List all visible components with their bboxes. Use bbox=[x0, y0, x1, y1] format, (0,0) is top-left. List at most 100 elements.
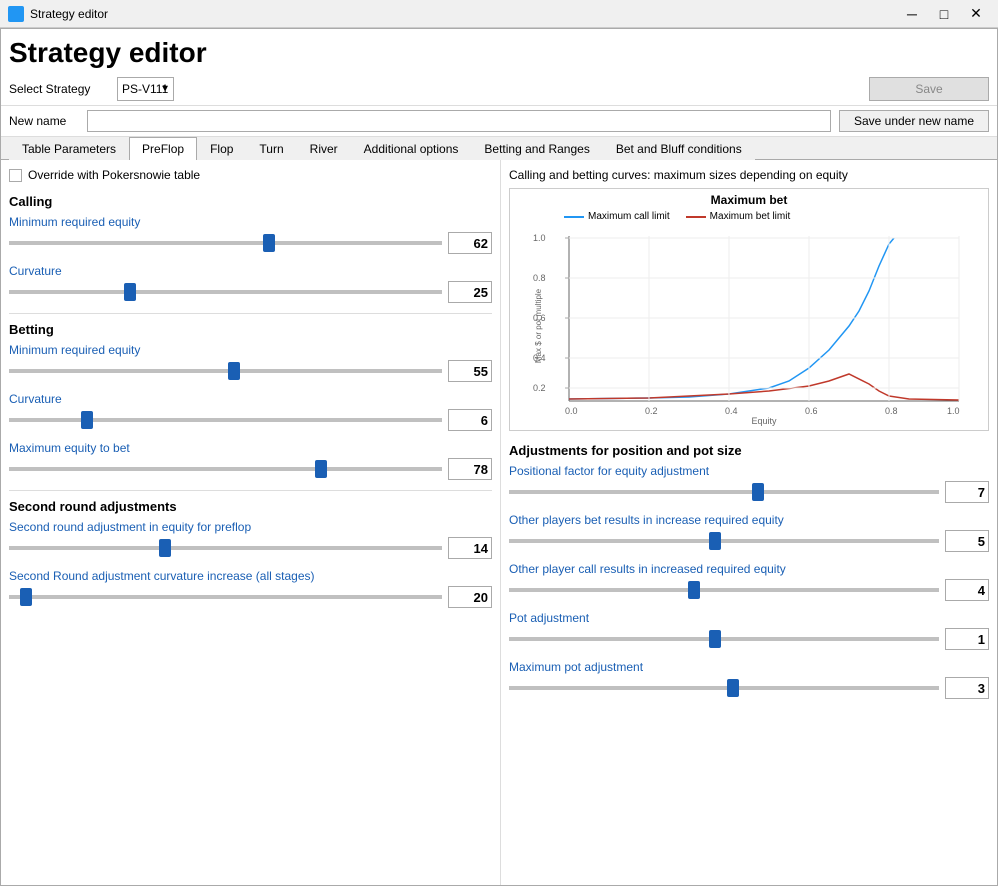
other-player-call-label: Other player call results in increased r… bbox=[509, 562, 989, 576]
toolbar: Select Strategy PS-V111 Save bbox=[1, 73, 997, 106]
other-players-bet-track[interactable] bbox=[509, 539, 939, 543]
tab-additional-options[interactable]: Additional options bbox=[351, 137, 472, 160]
betting-min-equity-label: Minimum required equity bbox=[9, 343, 492, 357]
svg-text:0.2: 0.2 bbox=[533, 383, 546, 393]
betting-max-equity-value: 78 bbox=[448, 458, 492, 480]
pot-adjustment-thumb[interactable] bbox=[709, 630, 721, 648]
second-round-equity-thumb[interactable] bbox=[159, 539, 171, 557]
save-under-new-name-button[interactable]: Save under new name bbox=[839, 110, 989, 132]
tab-preflop[interactable]: PreFlop bbox=[129, 137, 197, 160]
betting-min-equity-track[interactable] bbox=[9, 369, 442, 373]
app-icon bbox=[8, 6, 24, 22]
maximize-button[interactable]: □ bbox=[930, 4, 958, 24]
main-window: Strategy editor Select Strategy PS-V111 … bbox=[0, 28, 998, 886]
max-pot-adjustment-container: 3 bbox=[509, 677, 989, 699]
tab-betting-and-ranges[interactable]: Betting and Ranges bbox=[471, 137, 602, 160]
chart-title: Maximum bet bbox=[514, 193, 984, 207]
betting-max-equity-row: Maximum equity to bet 78 bbox=[9, 441, 492, 480]
positional-factor-thumb[interactable] bbox=[752, 483, 764, 501]
betting-curvature-label: Curvature bbox=[9, 392, 492, 406]
max-pot-adjustment-value: 3 bbox=[945, 677, 989, 699]
legend-call: Maximum call limit bbox=[564, 211, 670, 222]
other-player-call-row: Other player call results in increased r… bbox=[509, 562, 989, 601]
betting-min-equity-container: 55 bbox=[9, 360, 492, 382]
calling-curvature-value: 25 bbox=[448, 281, 492, 303]
positional-factor-track[interactable] bbox=[509, 490, 939, 494]
minimize-button[interactable]: ─ bbox=[898, 4, 926, 24]
override-label: Override with Pokersnowie table bbox=[28, 168, 200, 182]
positional-factor-label: Positional factor for equity adjustment bbox=[509, 464, 989, 478]
override-row: Override with Pokersnowie table bbox=[9, 168, 492, 182]
betting-max-equity-track[interactable] bbox=[9, 467, 442, 471]
other-players-bet-value: 5 bbox=[945, 530, 989, 552]
app-title: Strategy editor bbox=[1, 29, 997, 73]
calling-min-equity-thumb[interactable] bbox=[263, 234, 275, 252]
other-player-call-container: 4 bbox=[509, 579, 989, 601]
pot-adjustment-label: Pot adjustment bbox=[509, 611, 989, 625]
new-name-input[interactable] bbox=[87, 110, 831, 132]
calling-min-equity-container: 62 bbox=[9, 232, 492, 254]
tabs-bar: Table Parameters PreFlop Flop Turn River… bbox=[1, 137, 997, 160]
tab-river[interactable]: River bbox=[297, 137, 351, 160]
positional-factor-value: 7 bbox=[945, 481, 989, 503]
svg-text:0.8: 0.8 bbox=[885, 406, 898, 416]
betting-curvature-value: 6 bbox=[448, 409, 492, 431]
chart-section-title: Calling and betting curves: maximum size… bbox=[509, 168, 989, 182]
calling-min-equity-row: Minimum required equity 62 bbox=[9, 215, 492, 254]
calling-min-equity-value: 62 bbox=[448, 232, 492, 254]
calling-curvature-track[interactable] bbox=[9, 290, 442, 294]
max-pot-adjustment-thumb[interactable] bbox=[727, 679, 739, 697]
svg-text:Equity: Equity bbox=[751, 416, 777, 426]
legend-bet-line bbox=[686, 216, 706, 218]
other-players-bet-thumb[interactable] bbox=[709, 532, 721, 550]
svg-text:0.2: 0.2 bbox=[645, 406, 658, 416]
betting-max-equity-container: 78 bbox=[9, 458, 492, 480]
second-round-curvature-label: Second Round adjustment curvature increa… bbox=[9, 569, 492, 583]
pot-adjustment-value: 1 bbox=[945, 628, 989, 650]
calling-min-equity-track[interactable] bbox=[9, 241, 442, 245]
right-panel: Calling and betting curves: maximum size… bbox=[501, 160, 997, 885]
window-controls: ─ □ ✕ bbox=[898, 4, 990, 24]
betting-max-equity-thumb[interactable] bbox=[315, 460, 327, 478]
betting-min-equity-thumb[interactable] bbox=[228, 362, 240, 380]
calling-curvature-thumb[interactable] bbox=[124, 283, 136, 301]
svg-text:Max $ or pot multiple: Max $ or pot multiple bbox=[534, 288, 543, 363]
max-pot-adjustment-track[interactable] bbox=[509, 686, 939, 690]
tab-flop[interactable]: Flop bbox=[197, 137, 246, 160]
positional-factor-container: 7 bbox=[509, 481, 989, 503]
max-pot-adjustment-row: Maximum pot adjustment 3 bbox=[509, 660, 989, 699]
positional-factor-row: Positional factor for equity adjustment … bbox=[509, 464, 989, 503]
second-round-equity-track[interactable] bbox=[9, 546, 442, 550]
save-button[interactable]: Save bbox=[869, 77, 989, 101]
tab-table-parameters[interactable]: Table Parameters bbox=[9, 137, 129, 160]
strategy-select-wrapper[interactable]: PS-V111 bbox=[117, 77, 174, 101]
other-players-bet-row: Other players bet results in increase re… bbox=[509, 513, 989, 552]
pot-adjustment-track[interactable] bbox=[509, 637, 939, 641]
second-round-curvature-track[interactable] bbox=[9, 595, 442, 599]
strategy-select[interactable]: PS-V111 bbox=[117, 77, 174, 101]
second-round-equity-container: 14 bbox=[9, 537, 492, 559]
betting-curvature-thumb[interactable] bbox=[81, 411, 93, 429]
tab-bet-and-bluff[interactable]: Bet and Bluff conditions bbox=[603, 137, 755, 160]
svg-text:0.8: 0.8 bbox=[533, 273, 546, 283]
other-player-call-value: 4 bbox=[945, 579, 989, 601]
second-round-curvature-row: Second Round adjustment curvature increa… bbox=[9, 569, 492, 608]
new-name-label: New name bbox=[9, 114, 79, 128]
calling-curvature-row: Curvature 25 bbox=[9, 264, 492, 303]
second-round-curvature-thumb[interactable] bbox=[20, 588, 32, 606]
second-round-curvature-value: 20 bbox=[448, 586, 492, 608]
svg-text:0.6: 0.6 bbox=[805, 406, 818, 416]
chart-legend: Maximum call limit Maximum bet limit bbox=[564, 211, 984, 222]
calling-curvature-label: Curvature bbox=[9, 264, 492, 278]
tab-turn[interactable]: Turn bbox=[246, 137, 296, 160]
close-button[interactable]: ✕ bbox=[962, 4, 990, 24]
betting-min-equity-row: Minimum required equity 55 bbox=[9, 343, 492, 382]
second-round-equity-label: Second round adjustment in equity for pr… bbox=[9, 520, 492, 534]
other-player-call-track[interactable] bbox=[509, 588, 939, 592]
other-player-call-thumb[interactable] bbox=[688, 581, 700, 599]
svg-text:0.4: 0.4 bbox=[725, 406, 738, 416]
svg-text:0.0: 0.0 bbox=[565, 406, 578, 416]
override-checkbox[interactable] bbox=[9, 169, 22, 182]
betting-min-equity-value: 55 bbox=[448, 360, 492, 382]
betting-curvature-track[interactable] bbox=[9, 418, 442, 422]
